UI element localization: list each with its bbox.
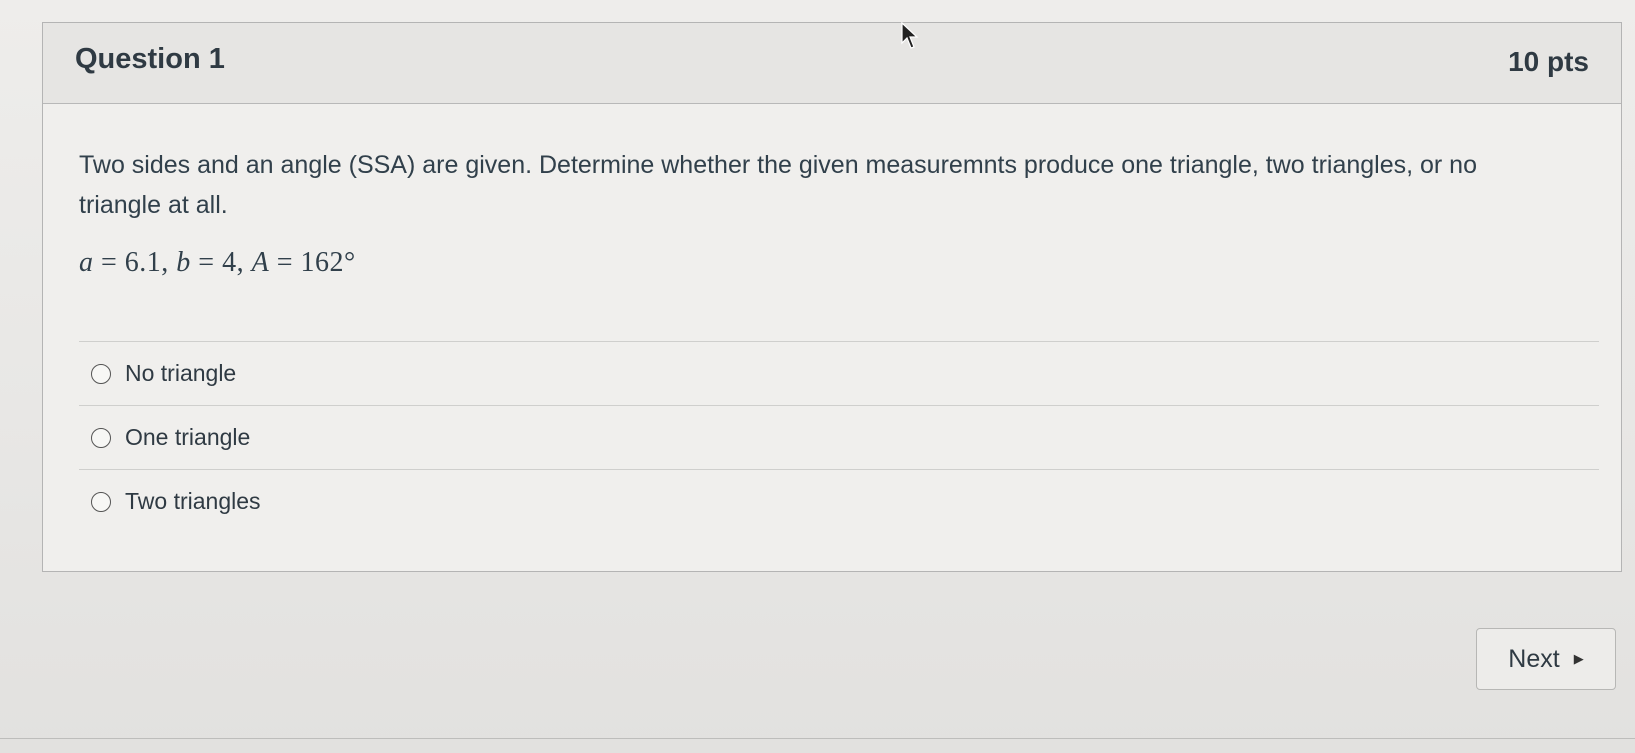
equals-symbol: = (198, 247, 223, 278)
answer-option-one-triangle[interactable]: One triangle (79, 406, 1599, 469)
side-b-value: 4 (222, 247, 237, 278)
answer-label: One triangle (125, 424, 251, 450)
answer-label: Two triangles (125, 488, 261, 514)
side-b-variable: b (176, 247, 191, 278)
next-button[interactable]: Next ▶ (1476, 628, 1616, 690)
answer-label: No triangle (125, 360, 237, 386)
answer-option-two-triangles[interactable]: Two triangles (79, 470, 1599, 533)
question-points: 10 pts (1508, 46, 1589, 77)
side-a-value: 6.1 (124, 247, 162, 278)
question-text: Two sides and an angle (SSA) are given. … (79, 151, 1477, 219)
question-body: Two sides and an angle (SSA) are given. … (79, 145, 1599, 279)
given-measurements: a = 6.1, b = 4, A = 162° (79, 247, 1599, 279)
question-header: Question 1 10 pts (43, 23, 1621, 104)
answer-option-no-triangle[interactable]: No triangle (79, 342, 1599, 405)
side-a-variable: a (79, 247, 94, 278)
equals-symbol: = (276, 247, 301, 278)
mouse-pointer-icon (901, 22, 919, 49)
question-title: Question 1 (75, 43, 225, 75)
comma-separator: , (161, 247, 177, 278)
angle-a-value: 162° (300, 247, 356, 278)
radio-button[interactable] (91, 491, 111, 512)
answer-list: No triangle One triangle Two triangles (79, 341, 1599, 533)
equals-symbol: = (101, 247, 125, 278)
quiz-screen: Question 1 10 pts Two sides and an angle… (0, 0, 1635, 753)
caret-right-icon: ▶ (1573, 651, 1584, 666)
comma-separator: , (236, 247, 252, 278)
question-card: Question 1 10 pts Two sides and an angle… (42, 22, 1622, 572)
radio-button[interactable] (91, 427, 111, 448)
angle-a-variable: A (251, 247, 270, 278)
next-button-label: Next (1508, 644, 1560, 673)
radio-button[interactable] (91, 363, 111, 384)
page-divider (0, 738, 1635, 739)
